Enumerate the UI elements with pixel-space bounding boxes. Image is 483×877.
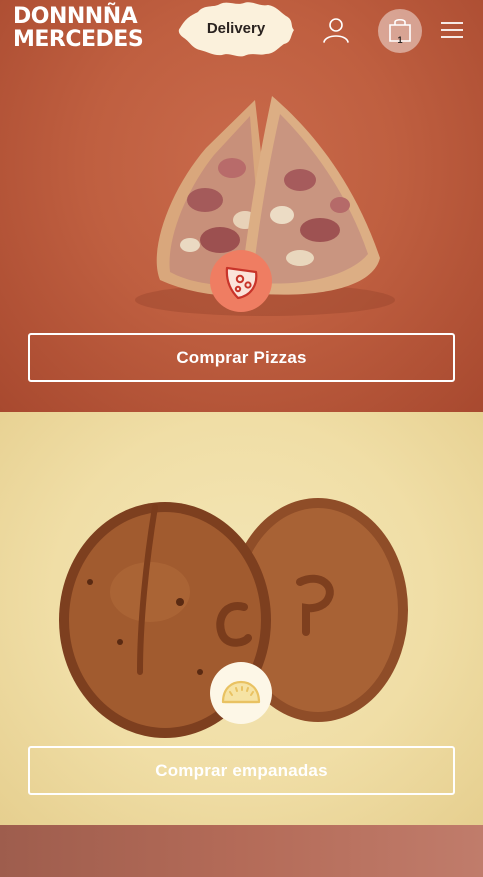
menu-button[interactable] — [440, 20, 464, 40]
next-category-section — [0, 825, 483, 877]
empanada-category-section[interactable]: Comprar empanadas — [0, 412, 483, 825]
pizza-badge — [210, 250, 272, 312]
cart-button[interactable]: 1 — [378, 9, 422, 53]
shop-pizzas-button[interactable]: Comprar Pizzas — [28, 333, 455, 382]
delivery-label: Delivery — [206, 19, 266, 37]
brand-logo[interactable]: DONNNÑA MERCEDES — [13, 4, 144, 52]
empanada-badge — [210, 662, 272, 724]
delivery-button[interactable]: Delivery — [176, 0, 296, 58]
pizza-slice-icon — [225, 266, 258, 300]
cart-count-badge: 1 — [397, 35, 403, 45]
logo-line-1: DONNNÑA — [13, 4, 138, 29]
user-icon — [323, 18, 349, 43]
empanada-icon — [221, 680, 261, 704]
logo-line-2: MERCEDES — [13, 27, 144, 52]
site-header: DONNNÑA MERCEDES Delivery 1 — [0, 0, 483, 62]
shop-empanadas-button[interactable]: Comprar empanadas — [28, 746, 455, 795]
hamburger-menu-icon — [441, 22, 463, 38]
account-button[interactable] — [322, 16, 350, 44]
